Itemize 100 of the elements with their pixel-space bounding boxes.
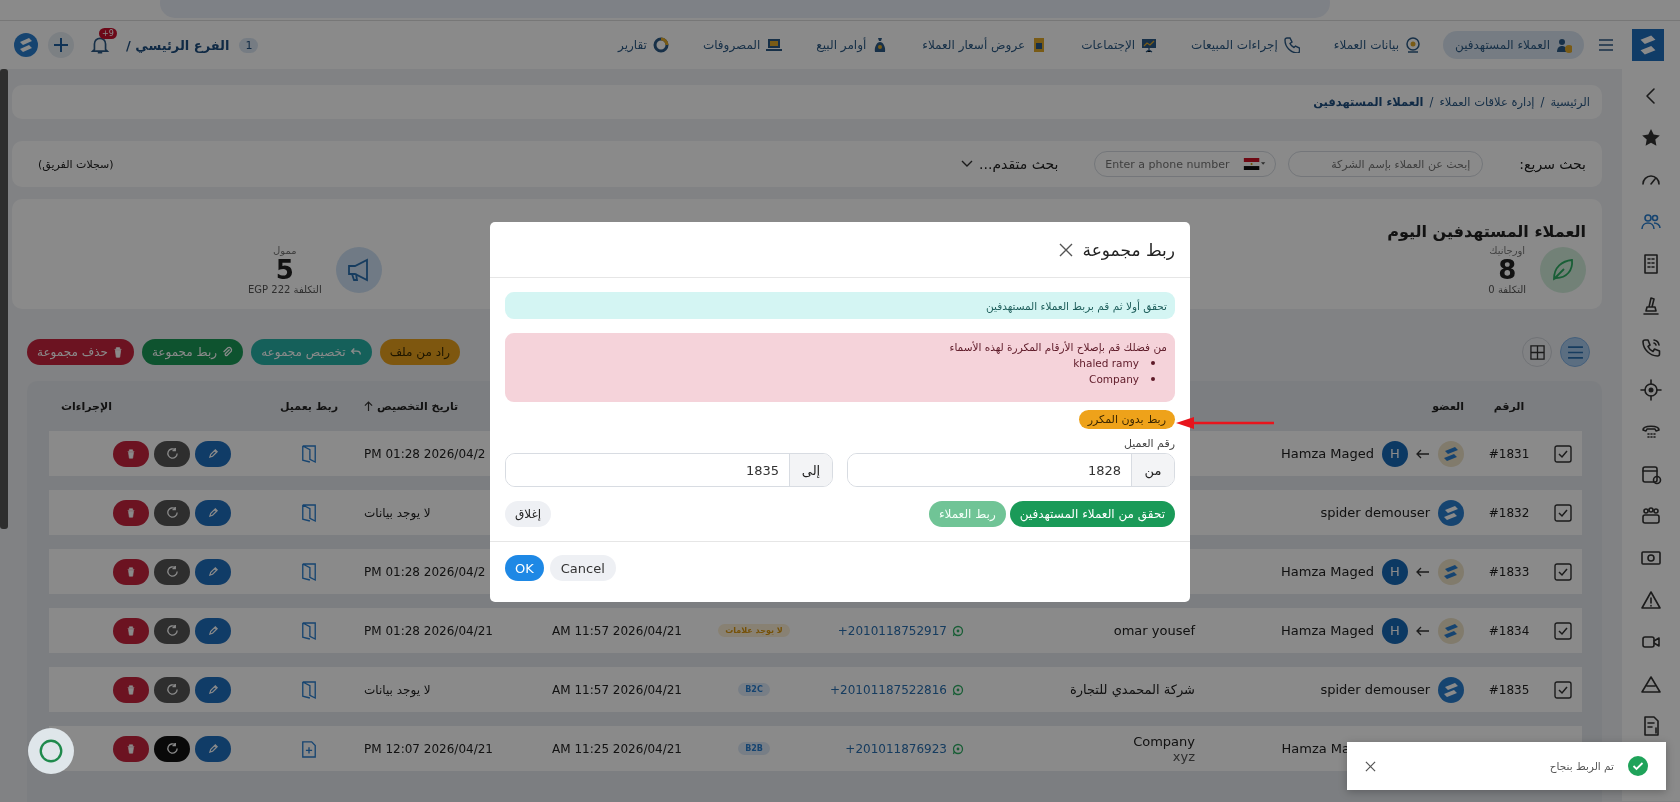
pencil-icon <box>207 743 219 754</box>
door-icon[interactable] <box>301 561 317 582</box>
nav-tab[interactable]: تقارير <box>606 31 681 59</box>
stat-label: ممول <box>273 245 297 256</box>
plus-icon <box>52 36 70 54</box>
nav-tab[interactable]: المصروفات <box>690 31 795 59</box>
trash-icon <box>126 448 136 459</box>
delete-button[interactable] <box>113 617 149 644</box>
calendar-icon[interactable] <box>1640 463 1662 485</box>
door-icon[interactable] <box>301 620 317 641</box>
skip-duplicates-button[interactable]: ربط بدون المكرر <box>1078 410 1175 429</box>
edit-button[interactable] <box>195 735 231 762</box>
nav-tab[interactable]: الإجتماعات <box>1069 31 1170 59</box>
target-icon[interactable] <box>1640 379 1662 401</box>
breadcrumb-link[interactable]: إدارة علاقات العملاء <box>1439 95 1535 109</box>
toolbar-button[interactable]: حذف مجموعة <box>27 339 134 365</box>
nav-tab[interactable]: عروض أسعار العملاء <box>910 31 1060 59</box>
close-button[interactable]: إغلاق <box>505 501 552 527</box>
whatsapp-icon[interactable] <box>952 624 964 637</box>
nav-tab[interactable]: أوامر البيع <box>804 31 901 59</box>
phone-icon[interactable] <box>1640 337 1662 359</box>
nav-tab[interactable]: إجراءات المبيعات <box>1179 31 1312 59</box>
checkbox[interactable] <box>1554 503 1572 522</box>
phone-link[interactable]: +201011876923 <box>845 741 947 756</box>
column-header[interactable]: الرقم <box>1474 399 1544 413</box>
list-view-button[interactable] <box>1560 337 1590 367</box>
stamp-icon[interactable] <box>1640 295 1662 317</box>
notification-badge: +9 <box>99 28 117 39</box>
checkbox[interactable] <box>1554 562 1572 581</box>
sort-arrow-icon[interactable] <box>364 400 373 412</box>
edit-button[interactable] <box>195 676 231 703</box>
arrow-left-icon <box>1416 448 1430 459</box>
delete-button[interactable] <box>113 676 149 703</box>
phone-link[interactable]: +20101187522816 <box>830 682 947 697</box>
logo-icon[interactable] <box>14 33 38 57</box>
checkbox[interactable] <box>1554 621 1572 640</box>
logo-icon <box>1438 499 1464 526</box>
warning-icon[interactable] <box>1640 589 1662 611</box>
add-file-icon[interactable] <box>301 738 317 759</box>
toolbar-button[interactable]: راد من ملف <box>379 339 461 365</box>
refresh-icon <box>165 683 179 696</box>
door-icon[interactable] <box>301 443 317 464</box>
column-header[interactable]: الإجراءات <box>61 399 140 413</box>
refresh-button[interactable] <box>154 499 190 526</box>
tag: لا يوجد علامات <box>718 624 790 637</box>
refresh-button[interactable] <box>154 617 190 644</box>
close-icon[interactable] <box>1365 760 1376 772</box>
toolbar-button[interactable]: ربط مجموعة <box>141 339 244 365</box>
trash-icon <box>126 566 136 577</box>
whatsapp-icon[interactable] <box>952 742 964 755</box>
table-cell: PM 01:28 2026/04/21 <box>364 623 493 638</box>
flag-icon[interactable] <box>1243 158 1268 170</box>
nav-tab[interactable]: العملاء المستهدفين <box>1443 31 1584 59</box>
menu-icon[interactable] <box>1598 38 1614 52</box>
phone-link[interactable]: +2010118752917 <box>837 623 947 638</box>
breadcrumb-separator: / <box>1429 95 1434 109</box>
delete-button[interactable] <box>113 558 149 585</box>
company-search-field[interactable]: إبحث عن العملاء بإسم الشركة <box>1288 151 1484 177</box>
toolbar-button[interactable]: تخصيص مجموعه <box>251 339 372 365</box>
door-icon[interactable] <box>301 502 317 523</box>
checkbox[interactable] <box>1554 444 1572 463</box>
edit-button[interactable] <box>195 558 231 585</box>
edit-button[interactable] <box>195 617 231 644</box>
logo-icon[interactable] <box>1632 29 1664 61</box>
bullet-icon <box>1151 377 1155 381</box>
whatsapp-icon[interactable] <box>952 683 964 696</box>
edit-button[interactable] <box>195 499 231 526</box>
trash-icon <box>126 743 136 754</box>
column-header[interactable]: تاريخ التخصيص <box>377 399 459 413</box>
nav-tab[interactable]: بيانات العملاء <box>1321 31 1434 59</box>
refresh-button[interactable] <box>154 558 190 585</box>
mountain-icon[interactable] <box>1640 673 1662 695</box>
breadcrumb-link[interactable]: العملاء المستهدفين <box>1313 95 1424 109</box>
user-avatar: H <box>1382 617 1408 644</box>
checkbox[interactable] <box>1554 680 1572 699</box>
refresh-button[interactable] <box>154 676 190 703</box>
delete-button[interactable] <box>113 499 149 526</box>
scrollbar[interactable] <box>0 69 8 529</box>
breadcrumb-link[interactable]: الرئيسية <box>1550 95 1590 109</box>
refresh-button[interactable] <box>154 735 190 762</box>
phone-input[interactable]: Enter a phone number <box>1103 156 1238 172</box>
verify-button[interactable]: تحقق من العملاء المستهدفين <box>1009 501 1175 527</box>
delete-button[interactable] <box>113 440 149 467</box>
add-button[interactable] <box>48 32 74 58</box>
branch-name[interactable]: الفرع الرئيسي / <box>126 37 230 53</box>
door-icon[interactable] <box>301 679 317 700</box>
column-header[interactable]: ربط بعميل <box>254 399 364 413</box>
column-header[interactable]: العضو <box>1432 399 1474 413</box>
cancel-button[interactable]: Cancel <box>549 555 616 581</box>
bell-icon[interactable] <box>90 35 110 55</box>
table-cell: #1835 <box>1488 682 1530 697</box>
table-cell: spider demouser <box>1320 682 1430 697</box>
delete-button[interactable] <box>113 735 149 762</box>
group-icon[interactable] <box>1640 505 1662 527</box>
edit-button[interactable] <box>195 440 231 467</box>
close-icon[interactable] <box>1058 242 1073 257</box>
webcam-icon <box>1405 37 1422 53</box>
advanced-search-dropdown[interactable]: بحث متقدم... <box>961 156 1059 172</box>
refresh-button[interactable] <box>154 440 190 467</box>
ok-button[interactable]: OK <box>505 555 544 581</box>
